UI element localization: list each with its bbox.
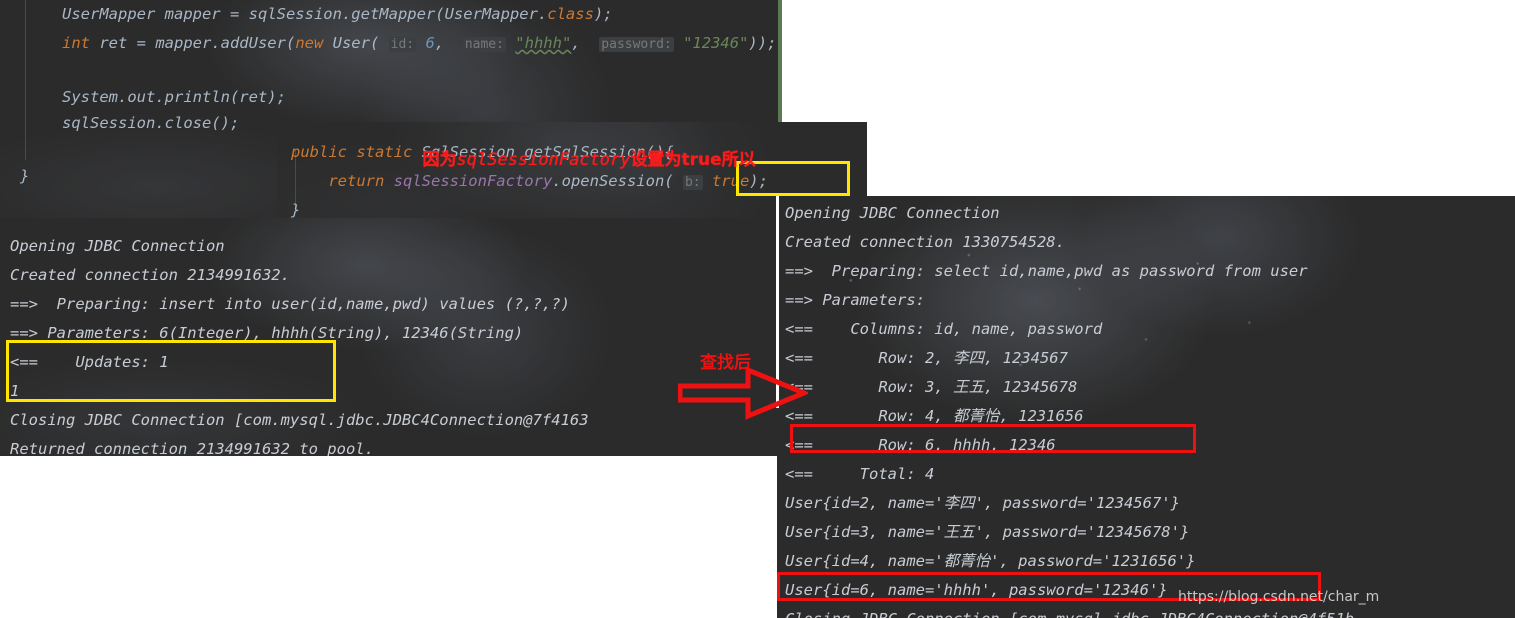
panel-separator <box>776 196 779 408</box>
console-line: <== Row: 3, 王五, 12345678 <box>785 378 1078 396</box>
console-line: <== Columns: id, name, password <box>785 320 1103 338</box>
code-token-plain-3: User( <box>323 34 389 52</box>
console-line: <== Row: 6, hhhh, 12346 <box>785 436 1056 454</box>
code-token-string-14: "12346" <box>683 34 749 52</box>
code-token-plain-15: )); <box>748 34 777 52</box>
code-token-hint-4: id: <box>388 37 417 52</box>
console-line: Returned connection 2134991632 to pool. <box>10 440 374 456</box>
console-line: <== Updates: 1 <box>10 353 169 371</box>
code-token-plain-0: System.out.println(ret); <box>62 88 286 106</box>
code-token-hint-12: password: <box>599 37 674 52</box>
code-token-keyword-0: int <box>62 34 90 52</box>
console-line: Opening JDBC Connection <box>10 237 225 255</box>
code-token-plain-0: } <box>291 201 301 219</box>
code-token-plain-0: sqlSession.close(); <box>62 114 240 132</box>
code-token-plain-13 <box>674 34 683 52</box>
console-line: ==> Preparing: select id,name,pwd as pas… <box>785 262 1308 280</box>
code-line-closing-brace[interactable]: } <box>20 162 29 191</box>
console-select-panel: Opening JDBC Connection Created connecti… <box>777 196 1515 618</box>
annotation-text-prefix: 因为 <box>422 150 457 170</box>
console-line: <== Row: 2, 李四, 1234567 <box>785 349 1068 367</box>
csdn-watermark: https://blog.csdn.net/char_m <box>1178 589 1380 605</box>
code-token-keyword-1: class <box>547 5 594 23</box>
console-line: User{id=2, name='李四', password='1234567'… <box>785 494 1180 512</box>
code-token-keyword-0: return <box>291 172 394 190</box>
annotation-after-query-label: 查找后 <box>700 353 751 373</box>
console-line: User{id=6, name='hhhh', password='12346'… <box>785 581 1168 599</box>
console-line: Created connection 2134991632. <box>10 266 290 284</box>
console-line: 1 <box>10 382 20 400</box>
console-select-content[interactable]: Opening JDBC Connection Created connecti… <box>777 196 1515 618</box>
console-line: User{id=3, name='王五', password='12345678… <box>785 523 1190 541</box>
console-line: Opening JDBC Connection <box>785 204 1000 222</box>
annotation-text-suffix: 设置为true所以 <box>630 150 756 170</box>
code-token-string-wavy-10: "hhhh" <box>515 34 572 52</box>
code-token-plain-9 <box>506 34 515 52</box>
console-line: ==> Parameters: <box>785 291 935 309</box>
console-line: <== Row: 4, 都菁怡, 1231656 <box>785 407 1084 425</box>
console-insert-content[interactable]: Opening JDBC Connection Created connecti… <box>0 218 782 456</box>
code-line-add-user[interactable]: int ret = mapper.addUser(new User( id: 6… <box>62 29 776 59</box>
code-line-close[interactable]: sqlSession.close(); <box>62 109 239 138</box>
code-token-plain-0: UserMapper mapper = sqlSession.getMapper… <box>62 5 548 23</box>
console-line: ==> Preparing: insert into user(id,name,… <box>10 295 570 313</box>
console-insert-panel: Opening JDBC Connection Created connecti… <box>0 218 782 456</box>
code-token-number-6: 6 <box>425 34 435 52</box>
code-line-println[interactable]: System.out.println(ret); <box>62 83 286 112</box>
code-token-plain-2: ); <box>593 5 613 23</box>
code-token-plain-0: } <box>20 167 30 185</box>
console-line: Created connection 1330754528. <box>785 233 1065 251</box>
screenshot-root: UserMapper mapper = sqlSession.getMapper… <box>0 0 1515 618</box>
code-token-plain-1: ret = mapper.addUser( <box>90 34 296 52</box>
code-line-overlay-brace[interactable]: } <box>291 196 300 220</box>
console-line: ==> Parameters: 6(Integer), hhhh(String)… <box>10 324 524 342</box>
annotation-auto-commit-line1: 因为sqlSessionFactory设置为true所以 <box>387 126 756 195</box>
code-token-hint-8: name: <box>462 37 506 52</box>
console-line: User{id=4, name='都菁怡', password='1231656… <box>785 552 1196 570</box>
code-token-plain-11: , <box>571 34 600 52</box>
console-line: <== Total: 4 <box>785 465 935 483</box>
annotation-text-mono: sqlSessionFactory <box>456 150 631 170</box>
console-line: Closing JDBC Connection [com.mysql.jdbc.… <box>10 411 589 429</box>
code-token-plain-7: , <box>434 34 463 52</box>
code-token-keyword-2: new <box>295 34 324 52</box>
console-line: Closing JDBC Connection [com.mysql.jdbc.… <box>785 605 1354 618</box>
code-line-user-mapper[interactable]: UserMapper mapper = sqlSession.getMapper… <box>62 0 613 29</box>
